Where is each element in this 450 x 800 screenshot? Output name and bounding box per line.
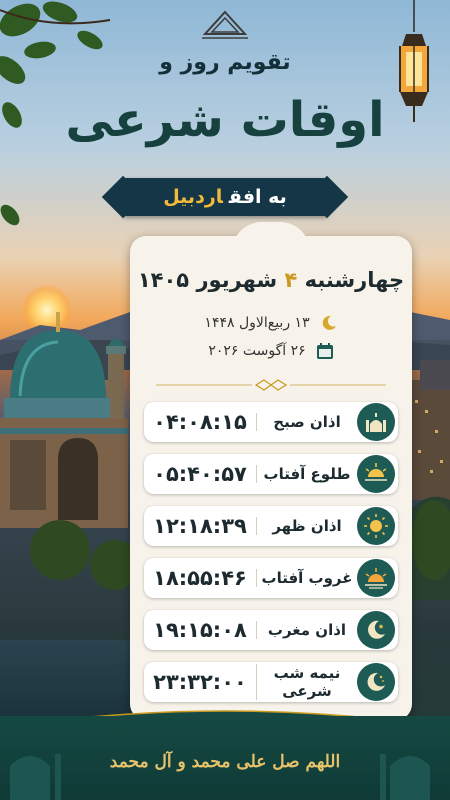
calendar-icon [316, 343, 333, 359]
prayer-row-midnight: نیمه شب شرعی ۲۳:۳۲:۰۰ [144, 662, 398, 702]
tree-image [412, 500, 450, 580]
banner-prefix: به افق [228, 186, 287, 208]
prayer-row-maghrib: اذان مغرب ۱۹:۱۵:۰۸ [144, 610, 398, 650]
prayer-time: ۲۳:۳۲:۰۰ [153, 670, 247, 694]
prayer-row-sunset: غروب آفتاب ۱۸:۵۵:۴۶ [144, 558, 398, 598]
night-icon [367, 672, 385, 691]
prayer-time: ۱۹:۱۵:۰۸ [153, 618, 247, 642]
sun-icon [364, 514, 388, 538]
hijri-date-row: ۱۳ ربیع‌الاول ۱۴۴۸ [130, 314, 412, 332]
city-banner: به افقاردبیل [122, 178, 328, 216]
mosque-icon [366, 413, 386, 432]
day-number: ۴ [284, 268, 298, 292]
page-title-line2: اوقات شرعی [65, 92, 385, 148]
gregorian-date: ۲۶ آگوست ۲۰۲۶ [208, 343, 306, 359]
crescent-icon [368, 620, 385, 639]
gregorian-date-row: ۲۶ آگوست ۲۰۲۶ [130, 342, 412, 360]
prayer-row-fajr: اذان صبح ۰۴:۰۸:۱۵ [144, 402, 398, 442]
card-arch [232, 222, 310, 252]
prayer-label: اذان صبح [256, 413, 357, 431]
sunset-icon [365, 568, 387, 589]
month-year: شهریور ۱۴۰۵ [137, 268, 278, 292]
prayer-label: نیمه شب شرعی [256, 664, 357, 700]
salawat-text: اللهم صل علی محمد و آل محمد [109, 752, 341, 772]
screen: تقویم روز و اوقات شرعی به افقاردبیل چهار… [0, 0, 450, 800]
hijri-date: ۱۳ ربیع‌الاول ۱۴۴۸ [204, 315, 310, 331]
prayer-time: ۰۴:۰۸:۱۵ [153, 410, 247, 434]
weekday: چهارشنبه [304, 268, 405, 292]
ornament-icon [202, 10, 248, 39]
prayer-time: ۰۵:۴۰:۵۷ [153, 462, 247, 486]
tree-image [30, 520, 90, 580]
prayer-times-card: چهارشنبه ۴ شهریور ۱۴۰۵ ۱۳ ربیع‌الاول ۱۴۴… [130, 222, 412, 720]
sunrise-icon [365, 463, 387, 481]
solar-date: چهارشنبه ۴ شهریور ۱۴۰۵ [130, 268, 412, 292]
prayer-row-sunrise: طلوع آفتاب ۰۵:۴۰:۵۷ [144, 454, 398, 494]
prayer-time: ۱۸:۵۵:۴۶ [153, 566, 247, 590]
prayer-label: اذان ظهر [256, 517, 357, 535]
prayer-label: طلوع آفتاب [256, 465, 357, 483]
prayer-label: غروب آفتاب [256, 569, 357, 587]
crescent-small-icon [322, 315, 336, 330]
prayer-label: اذان مغرب [256, 621, 357, 639]
prayer-time: ۱۲:۱۸:۳۹ [153, 514, 247, 538]
prayer-row-dhuhr: اذان ظهر ۱۲:۱۸:۳۹ [144, 506, 398, 546]
banner-city: اردبیل [163, 186, 223, 208]
page-title-line1: تقویم روز و [159, 50, 291, 75]
divider-ornament [156, 379, 386, 391]
